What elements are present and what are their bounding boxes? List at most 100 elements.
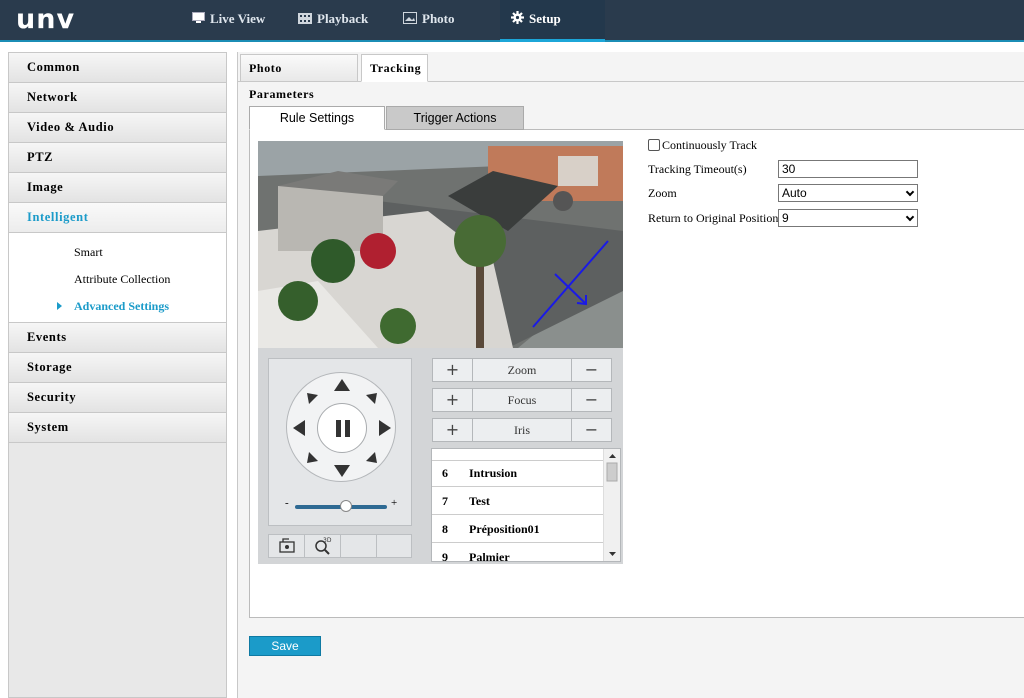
arrow-left-icon [293,420,305,436]
return-position-value: 9 [782,211,789,225]
tracking-timeout-label: Tracking Timeout(s) [648,162,747,176]
nav-photo[interactable]: Photo [403,0,455,42]
3d-zoom-icon: 3D [315,537,332,555]
preset-name: Intrusion [469,466,518,480]
preset-row[interactable]: 9 Palmier [432,543,604,562]
return-position-select[interactable]: 9 [778,209,918,227]
caret-right-icon [57,302,62,310]
nav-setup-label: Setup [529,11,561,26]
tab-photo-parameters[interactable]: Photo Parameters [240,54,358,101]
focus-near-button[interactable]: + [433,389,473,411]
preset-list: 6 Intrusion 7 Test 8 Préposition01 9 Palmier [431,448,621,562]
direction-pad: - + [268,358,412,526]
intelligent-submenu: Smart Attribute Collection Advanced Sett… [9,233,226,323]
scroll-up-icon [609,454,616,458]
nav-playback[interactable]: Playback [298,0,368,42]
sidebar-subitem-attribute-collection-label: Attribute Collection [74,272,171,286]
tab-rule-settings[interactable]: Rule Settings [249,106,385,130]
sidebar-item-network[interactable]: Network [9,83,226,113]
ptz-control-panel: - + 3D + Zoom − + Focus − + Iris − 6 Int… [258,348,623,564]
nav-live-view-label: Live View [210,11,266,26]
zoom-label: Zoom [507,363,537,377]
speed-min-label: - [285,497,289,509]
iris-open-button[interactable]: + [433,419,473,441]
pause-icon [336,420,350,437]
sidebar-item-storage[interactable]: Storage [9,353,226,383]
lock-home-button[interactable] [269,535,305,557]
preset-row[interactable]: 8 Préposition01 [432,515,604,543]
preset-row[interactable]: 6 Intrusion [432,459,604,487]
main-content: Photo Parameters Tracking Rule Settings … [237,52,1024,698]
preset-name: Palmier [469,550,510,562]
speed-slider-handle[interactable] [339,500,352,512]
zoom-mode-value: Auto [782,186,807,200]
camera-scene-image [258,141,623,348]
arrow-down-left-icon [307,452,318,463]
photo-icon [403,1,417,39]
chevron-down-icon [905,212,915,222]
iris-control: + Iris − [432,418,612,442]
sidebar-item-ptz[interactable]: PTZ [9,143,226,173]
live-video-preview[interactable] [258,141,623,348]
focus-control: + Focus − [432,388,612,412]
focus-label: Focus [507,393,537,407]
arrow-right-icon [379,420,391,436]
sidebar-item-system[interactable]: System [9,413,226,443]
sidebar-subitem-attribute-collection[interactable]: Attribute Collection [9,266,226,293]
sidebar: Common Network Video & Audio PTZ Image I… [8,52,227,698]
zoom-control: + Zoom − [432,358,612,382]
sidebar-item-video-audio[interactable]: Video & Audio [9,113,226,143]
arrow-up-right-icon [366,393,377,404]
continuously-track-label: Continuously Track [662,138,758,152]
ptz-speed-slider[interactable]: - + [281,497,401,513]
scrollbar-arrows [606,454,618,556]
speed-max-label: + [391,497,398,509]
sidebar-subitem-advanced-settings[interactable]: Advanced Settings [9,293,226,320]
nav-playback-label: Playback [317,11,369,26]
tab-tracking[interactable]: Tracking [361,54,428,82]
arrow-up-left-icon [307,393,318,404]
save-button[interactable]: Save [249,636,321,656]
sidebar-subitem-smart[interactable]: Smart [9,239,226,266]
iris-close-button[interactable]: − [571,419,611,441]
unv-logo: unv [16,4,76,35]
film-icon [298,1,312,39]
zoom-mode-label: Zoom [648,186,677,200]
nav-setup[interactable]: Setup [500,0,605,42]
sidebar-item-image[interactable]: Image [9,173,226,203]
nav-live-view[interactable]: Live View [192,0,265,42]
scroll-thumb [606,462,618,482]
direction-ring[interactable] [286,372,396,482]
preset-number: 6 [442,466,448,480]
ptz-empty-button-1[interactable] [341,535,377,557]
preset-scrollbar[interactable] [603,449,620,561]
arrow-down-icon [334,465,350,477]
preset-row[interactable]: 7 Test [432,487,604,515]
preset-number: 7 [442,494,448,508]
iris-label: Iris [514,423,530,437]
pause-button[interactable] [317,403,367,453]
tab-trigger-actions[interactable]: Trigger Actions [386,106,524,130]
continuously-track-checkbox[interactable] [648,139,660,151]
zoom-in-button[interactable]: + [433,359,473,381]
sidebar-subitem-advanced-settings-label: Advanced Settings [74,299,170,313]
continuously-track-row: Continuously Track [648,136,757,154]
sidebar-item-security[interactable]: Security [9,383,226,413]
focus-far-button[interactable]: − [571,389,611,411]
top-bar: unv Live View Playback Photo Setup [0,0,1024,42]
sidebar-item-events[interactable]: Events [9,323,226,353]
preset-number: 8 [442,522,448,536]
nav-photo-label: Photo [422,11,455,26]
sidebar-item-common[interactable]: Common [9,53,226,83]
preset-number: 9 [442,550,448,562]
zoom-out-button[interactable]: − [571,359,611,381]
tracking-timeout-input[interactable]: 30 [778,160,918,178]
sidebar-subitem-smart-label: Smart [74,245,103,259]
zoom-mode-select[interactable]: Auto [778,184,918,202]
ptz-extra-buttons: 3D [268,534,412,558]
camera-lock-icon [279,538,295,553]
svg-text:3D: 3D [323,537,332,544]
preset-name: Test [469,494,490,508]
sidebar-item-intelligent[interactable]: Intelligent [9,203,226,233]
3d-positioning-button[interactable]: 3D [305,535,341,557]
